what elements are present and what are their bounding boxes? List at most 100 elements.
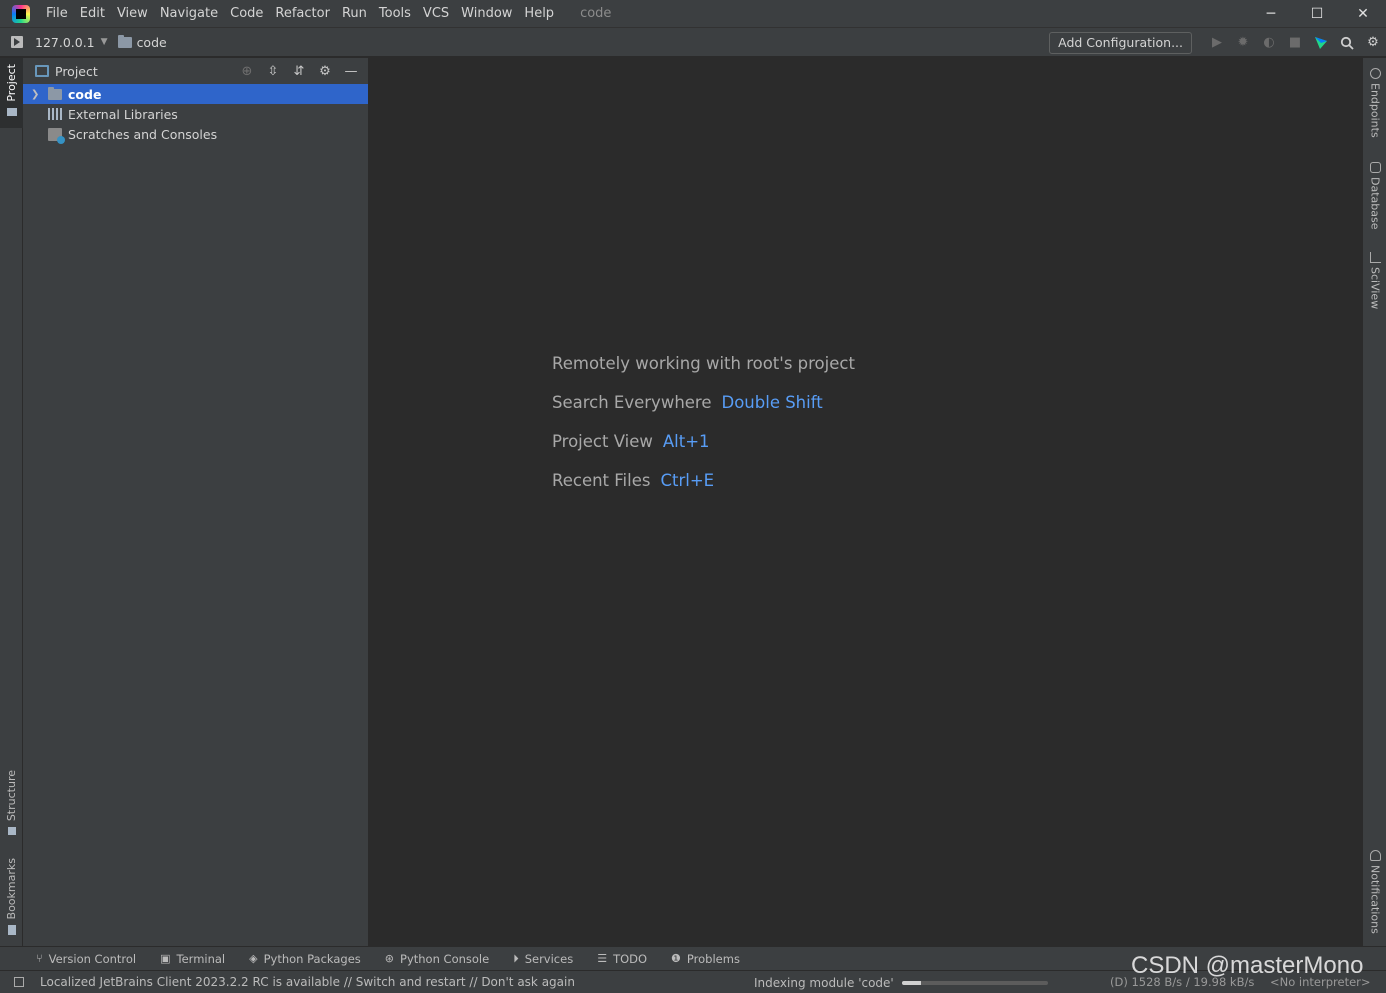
menu-navigate[interactable]: Navigate [154,0,224,28]
maximize-button[interactable]: ☐ [1294,0,1340,28]
tab-bookmarks[interactable]: Bookmarks [0,858,23,936]
tab-label: Problems [686,951,740,966]
library-icon [48,108,62,120]
window-title: code [580,6,612,21]
tree-item-label: code [68,86,102,102]
tree-item-scratches[interactable]: Scratches and Consoles [23,124,368,144]
settings-gear-icon[interactable]: ⚙ [1360,28,1386,57]
hint-search-everywhere: Search Everywhere Double Shift [552,393,855,432]
tab-sciview[interactable]: SciView [1363,252,1386,309]
tab-project-label: Project [5,64,18,102]
tab-bookmarks-label: Bookmarks [5,858,18,920]
hint-label: Recent Files [552,471,651,490]
project-tree: ❯ code External Libraries Scratches and … [23,84,368,144]
menu-run[interactable]: Run [336,0,373,28]
editor-empty-hints: Remotely working with root's project Sea… [552,354,855,510]
tab-project[interactable]: Project [0,58,23,128]
breadcrumb-project[interactable]: code [137,35,167,50]
collapse-all-icon[interactable]: ⇵ [286,58,312,84]
hint-shortcut: Ctrl+E [660,471,715,490]
menu-window[interactable]: Window [455,0,518,28]
project-view-icon [35,65,49,77]
pycharm-logo-icon[interactable] [12,4,30,23]
select-opened-file-icon[interactable]: ⊕ [234,58,260,84]
search-icon[interactable] [1334,28,1360,57]
chevron-right-icon[interactable]: ❯ [31,89,43,100]
hint-shortcut: Alt+1 [662,432,710,451]
remote-working-text: Remotely working with root's project [552,354,855,393]
menu-refactor[interactable]: Refactor [269,0,336,28]
window-controls: ─ ☐ ✕ [1248,0,1386,28]
project-tab-icon [6,107,17,116]
coverage-icon[interactable]: ◐ [1256,28,1282,57]
remote-host-icon [11,36,23,48]
tree-item-code[interactable]: ❯ code [23,84,368,104]
tab-label: Services [524,951,574,966]
run-icon[interactable]: ▶ [1204,28,1230,57]
sciview-icon [1369,252,1381,263]
minimize-button[interactable]: ─ [1248,0,1294,28]
close-button[interactable]: ✕ [1340,0,1386,28]
menu-tools[interactable]: Tools [373,0,417,28]
menu-code[interactable]: Code [224,0,269,28]
tab-label: TODO [613,951,648,966]
tab-python-console[interactable]: ⊛ Python Console [385,952,489,966]
tab-endpoints[interactable]: Endpoints [1363,68,1386,138]
options-gear-icon[interactable]: ⚙ [312,58,338,84]
menu-edit[interactable]: Edit [74,0,111,28]
indexing-label: Indexing module 'code' [754,975,894,990]
stop-icon[interactable]: ■ [1282,28,1308,57]
title-bar: File Edit View Navigate Code Refactor Ru… [0,0,1386,28]
toggle-tool-windows-icon[interactable] [14,977,24,987]
tab-database-label: Database [1368,177,1382,230]
tab-todo[interactable]: ☰ TODO [597,952,647,966]
status-message[interactable]: Localized JetBrains Client 2023.2.2 RC i… [40,975,575,989]
right-tool-strip: Endpoints Database SciView Notifications [1362,58,1386,946]
services-icon: ⏵ [513,951,519,965]
tab-terminal[interactable]: ▣ Terminal [160,952,225,966]
tab-version-control[interactable]: ⑂ Version Control [36,952,136,966]
chevron-down-icon[interactable]: ▼ [101,37,108,47]
tree-item-label: External Libraries [68,106,178,122]
host-selector[interactable]: 127.0.0.1 [35,35,95,50]
todo-list-icon: ☰ [597,952,608,965]
tab-structure[interactable]: Structure [0,770,23,836]
packages-icon: ◈ [249,952,258,965]
watermark: CSDN @masterMono [1131,952,1364,979]
tab-database[interactable]: Database [1363,162,1386,230]
tab-services[interactable]: ⏵ Services [513,952,573,966]
indexing-status[interactable]: Indexing module 'code' [754,971,1048,993]
code-with-me-icon[interactable] [1308,28,1334,57]
tab-problems[interactable]: ❶ Problems [671,952,740,966]
hint-label: Project View [552,432,653,451]
tab-notifications[interactable]: Notifications [1363,850,1386,934]
editor-area[interactable]: Remotely working with root's project Sea… [370,58,1362,946]
hint-project-view: Project View Alt+1 [552,432,855,471]
menu-vcs[interactable]: VCS [417,0,455,28]
endpoints-icon [1369,68,1381,79]
indexing-progress-bar [901,980,1048,985]
tab-label: Version Control [48,951,137,966]
expand-all-icon[interactable]: ⇳ [260,58,286,84]
python-console-icon: ⊛ [384,952,395,965]
project-panel: Project ⊕ ⇳ ⇵ ⚙ — ❯ code External Librar… [23,58,369,946]
tab-label: Python Packages [263,951,361,966]
toolbar-actions: Add Configuration... ▶ ✹ ◐ ■ ⚙ [1049,28,1386,57]
bookmark-icon [7,925,16,936]
remote-working-label: Remotely working with root's project [552,354,855,373]
tree-item-external-libraries[interactable]: External Libraries [23,104,368,124]
tab-label: Python Console [400,951,490,966]
menu-file[interactable]: File [40,0,74,28]
debug-icon[interactable]: ✹ [1230,28,1256,57]
menu-view[interactable]: View [111,0,154,28]
menu-help[interactable]: Help [518,0,560,28]
main-menu: File Edit View Navigate Code Refactor Ru… [40,0,560,28]
hint-label: Search Everywhere [552,393,712,412]
add-configuration-button[interactable]: Add Configuration... [1049,31,1192,54]
project-panel-tools: ⊕ ⇳ ⇵ ⚙ — [234,58,364,84]
main-toolbar: 127.0.0.1 ▼ code Add Configuration... ▶ … [0,28,1386,57]
folder-icon [117,34,132,48]
hide-panel-icon[interactable]: — [338,58,364,84]
tab-python-packages[interactable]: ◈ Python Packages [249,952,361,966]
project-panel-title[interactable]: Project [55,64,98,79]
